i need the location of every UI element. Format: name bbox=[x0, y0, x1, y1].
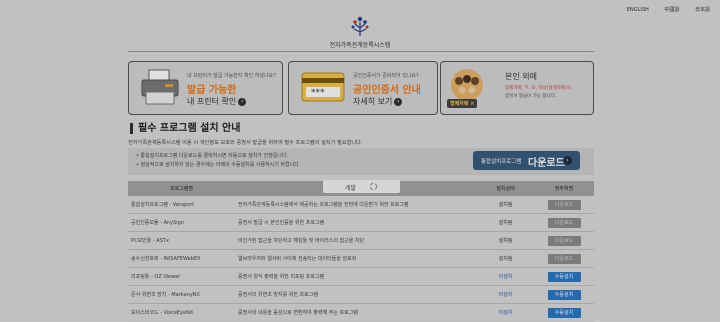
table-row: PC보안툴 - ASTx 비인가된 접근을 차단하고 해킹툴 및 바이러스의 접근… bbox=[128, 231, 594, 250]
program-name: 리포팅툴 - OZ Viewer bbox=[128, 267, 235, 286]
svg-text:***: *** bbox=[311, 88, 325, 98]
certificate-card-icon: *** bbox=[301, 72, 345, 102]
program-name: 문서 위변조 방지 - MarkanyNX bbox=[128, 285, 235, 304]
banner-question: 내 프린터가 발급 가능한지 확인 하셨나요? bbox=[187, 73, 276, 79]
notice-text: 통합설치프로그램 다운로드를 클릭하시면 자동으로 설치가 진행됩니다. bbox=[140, 153, 289, 159]
program-description: 증명서의 내용을 음성으로 변환하여 출력해 주는 프로그램 bbox=[235, 303, 477, 322]
site-title: 전자가족관계등록시스템 bbox=[329, 42, 391, 49]
action-cell: 다운로드 bbox=[534, 213, 594, 232]
column-header: 프로그램명 bbox=[128, 181, 235, 196]
section-description: 전자가족관계등록시스템 이용 시 개인정보 보호와 증명서 발급을 위하여 필수… bbox=[128, 140, 363, 146]
table-row: 보이스바코드 - VoiceEyeNX 증명서의 내용을 음성으로 변환하여 출력… bbox=[128, 303, 594, 322]
program-name: 통합설치프로그램 - Veraport bbox=[128, 196, 235, 214]
install-status: 미설치 bbox=[477, 303, 534, 322]
banner-headline: 발급 가능한 bbox=[187, 85, 237, 96]
program-description: 증명서의 위변조 방지를 위한 프로그램 bbox=[235, 285, 477, 304]
spinner-icon bbox=[369, 182, 378, 191]
install-status: 설치됨 bbox=[477, 196, 534, 214]
notice-item: • 정상적으로 설치하지 않는 경우에는 아래의 수동설치를 사용하시기 바랍니… bbox=[136, 162, 301, 168]
banner-sub-label: 자세히 보기 bbox=[353, 97, 393, 106]
notice-text: 정상적으로 설치하지 않는 경우에는 아래의 수동설치를 사용하시기 바랍니다. bbox=[140, 162, 301, 168]
action-cell: 수동설치 bbox=[534, 267, 594, 286]
column-header: 정부처명 bbox=[534, 181, 594, 196]
download-button-label: 다운로드 bbox=[528, 158, 565, 169]
column-header: 설치상태 bbox=[477, 181, 534, 196]
printer-icon bbox=[141, 69, 179, 105]
banner-sub: 자세히 보기 › bbox=[353, 96, 403, 107]
banner-sub: 내 프린터 확인 › bbox=[187, 96, 247, 107]
loading-text: 개발 bbox=[345, 185, 357, 192]
program-description: 증명서 양식 출력을 위한 리포팅 프로그램 bbox=[235, 267, 477, 286]
program-name: 송수신암호화 - INISAFEWebEX bbox=[128, 249, 235, 268]
arrow-right-icon: › bbox=[394, 97, 403, 106]
section-title: 필수 프로그램 설치 안내 bbox=[130, 123, 240, 134]
banner-certificate-guide[interactable]: *** 공인인증서가 준비되어 있나요? 공인인증서 안내 자세히 보기 › bbox=[288, 61, 438, 115]
page: ENGLISH 中國語 日本語 전자가족관계등록시스템 내 프린터가 발급 가능… bbox=[0, 0, 720, 322]
program-name: 공인인증모듈 - AnySign bbox=[128, 213, 235, 232]
action-cell: 다운로드 bbox=[534, 249, 594, 268]
program-name: PC보안툴 - ASTx bbox=[128, 231, 235, 250]
program-name: 보이스바코드 - VoiceEyeNX bbox=[128, 303, 235, 322]
banner-line3: 증명서 발급이 가능 합니다. bbox=[505, 94, 557, 99]
site-logo-icon bbox=[351, 16, 369, 36]
banner-headline: 본인 외에 bbox=[505, 72, 537, 81]
manual-install-button[interactable]: 수동설치 bbox=[547, 289, 581, 300]
install-status: 미설치 bbox=[477, 267, 534, 286]
banner-headline: 공인인증서 안내 bbox=[353, 85, 421, 96]
install-status: 설치됨 bbox=[477, 213, 534, 232]
banner-sub-label: 내 프린터 확인 bbox=[187, 97, 237, 106]
language-menu: ENGLISH 中國語 日本語 bbox=[613, 6, 710, 13]
action-cell: 다운로드 bbox=[534, 196, 594, 214]
download-button[interactable]: 다운로드 bbox=[547, 217, 581, 228]
action-cell: 수동설치 bbox=[534, 285, 594, 304]
table-row: 문서 위변조 방지 - MarkanyNX 증명서의 위변조 방지를 위한 프로그… bbox=[128, 285, 594, 304]
program-table: 프로그램명 개요 설치상태 정부처명 통합설치프로그램 - Veraport전자… bbox=[128, 181, 594, 322]
family-icon bbox=[451, 69, 483, 101]
lang-japanese[interactable]: 日本語 bbox=[695, 7, 710, 13]
banner-question: 공인인증서가 준비되어 있나요? bbox=[353, 73, 419, 79]
lang-english[interactable]: ENGLISH bbox=[627, 7, 649, 13]
action-cell: 수동설치 bbox=[534, 303, 594, 322]
arrow-right-icon: › bbox=[563, 156, 572, 165]
banner-line2: 형제자매, 부, 모, 자녀(형제자매)의 bbox=[505, 86, 571, 91]
header-divider bbox=[128, 51, 594, 52]
lang-chinese[interactable]: 中國語 bbox=[664, 7, 679, 13]
action-cell: 다운로드 bbox=[534, 231, 594, 250]
download-button[interactable]: 다운로드 bbox=[547, 235, 581, 246]
banner-family-certificate[interactable]: 형제자매 × 본인 외에 형제자매, 부, 모, 자녀(형제자매)의 증명서 발… bbox=[440, 61, 594, 115]
table-row: 통합설치프로그램 - Veraport 전자가족관계등록시스템에서 제공하는 프로… bbox=[128, 196, 594, 214]
install-status: 미설치 bbox=[477, 285, 534, 304]
table-row: 리포팅툴 - OZ Viewer 증명서 양식 출력을 위한 리포팅 프로그램 미설… bbox=[128, 267, 594, 286]
arrow-right-icon: › bbox=[238, 97, 247, 106]
table-row: 공인인증모듈 - AnySign 증명서 발급 시 본인인증을 위한 프로그램 설치… bbox=[128, 213, 594, 232]
program-description: 웹브라우저와 웹서버 사이에 전송되는 데이터들을 암호화 bbox=[235, 249, 477, 268]
install-status: 설치됨 bbox=[477, 231, 534, 250]
integrated-download-button[interactable]: 통합설치프로그램 다운로드 › bbox=[473, 151, 580, 170]
program-description: 비인가된 접근을 차단하고 해킹툴 및 바이러스의 접근을 차단 bbox=[235, 231, 477, 250]
program-description: 증명서 발급 시 본인인증을 위한 프로그램 bbox=[235, 213, 477, 232]
banner-printer-check[interactable]: 내 프린터가 발급 가능한지 확인 하셨나요? 발급 가능한 내 프린터 확인 › bbox=[128, 61, 283, 115]
download-button-small-label: 통합설치프로그램 bbox=[481, 159, 522, 165]
download-button[interactable]: 다운로드 bbox=[547, 199, 581, 210]
program-description: 전자가족관계등록시스템에서 제공하는 프로그램을 한번에 다운받기 위한 프로그… bbox=[235, 196, 477, 214]
sibling-badge: 형제자매 × bbox=[447, 99, 478, 108]
manual-install-button[interactable]: 수동설치 bbox=[547, 271, 581, 282]
loading-overlay: 개발 bbox=[323, 180, 400, 193]
download-button[interactable]: 다운로드 bbox=[547, 253, 581, 264]
manual-install-button[interactable]: 수동설치 bbox=[547, 307, 581, 318]
table-row: 송수신암호화 - INISAFEWebEX 웹브라우저와 웹서버 사이에 전송되는… bbox=[128, 249, 594, 268]
install-status: 설치됨 bbox=[477, 249, 534, 268]
notice-item: • 통합설치프로그램 다운로드를 클릭하시면 자동으로 설치가 진행됩니다. bbox=[136, 153, 289, 159]
